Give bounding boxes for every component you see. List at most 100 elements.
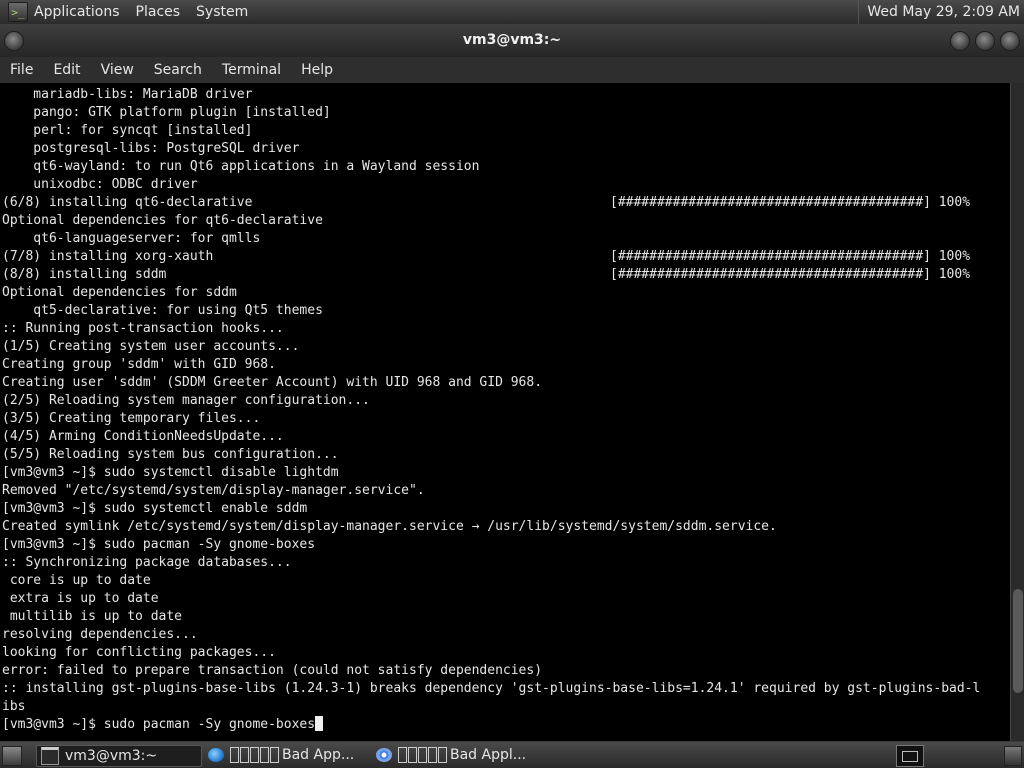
terminal-menubar: File Edit View Search Terminal Help — [0, 57, 1024, 83]
progress-bar-text: [#######################################… — [610, 267, 971, 282]
terminal-line-text: error: failed to prepare transaction (co… — [2, 663, 543, 678]
show-desktop-icon[interactable] — [2, 746, 22, 766]
terminal-line-text: Optional dependencies for sddm — [2, 285, 237, 300]
terminal-line-text: (8/8) installing sddm — [2, 267, 167, 282]
menu-terminal[interactable]: Terminal — [222, 62, 281, 78]
terminal-line-text: unixodbc: ODBC driver — [2, 177, 198, 192]
progress-bar-text: [#######################################… — [610, 249, 971, 264]
workspace-switcher[interactable] — [896, 745, 924, 767]
terminal-line-text: :: Running post-transaction hooks... — [2, 321, 284, 336]
terminal-line: (5/5) Reloading system bus configuration… — [0, 446, 1010, 464]
terminal-line-text: Created symlink /etc/systemd/system/disp… — [2, 519, 777, 534]
menu-help[interactable]: Help — [301, 62, 333, 78]
terminal-line: extra is up to date — [0, 590, 1010, 608]
terminal-line-text: resolving dependencies... — [2, 627, 198, 642]
terminal-line: Creating group 'sddm' with GID 968. — [0, 356, 1010, 374]
terminal-line: (8/8) installing sddm [##################… — [0, 266, 1010, 284]
terminal-line-text: Removed "/etc/systemd/system/display-man… — [2, 483, 425, 498]
terminal-line-text: :: installing gst-plugins-base-libs (1.2… — [2, 681, 981, 696]
terminal-line-text: (1/5) Creating system user accounts... — [2, 339, 300, 354]
vertical-scrollbar[interactable] — [1010, 83, 1024, 741]
terminal-line: (4/5) Arming ConditionNeedsUpdate... — [0, 428, 1010, 446]
terminal-line-text: ibs — [2, 699, 26, 714]
window-titlebar[interactable]: vm3@vm3:~ — [0, 24, 1024, 57]
terminal-line: Optional dependencies for qt6-declarativ… — [0, 212, 1010, 230]
terminal-line: :: Synchronizing package databases... — [0, 554, 1010, 572]
terminal-line: pango: GTK platform plugin [installed] — [0, 104, 1010, 122]
terminal-line-text: (5/5) Reloading system bus configuration… — [2, 447, 339, 462]
bottom-panel: vm3@vm3:~ Bad App... Bad Appl... — [0, 742, 1024, 768]
task-label: Bad Appl... — [450, 747, 527, 763]
task-label: Bad App... — [282, 747, 355, 763]
terminal-line: qt6-languageserver: for qmlls — [0, 230, 1010, 248]
terminal-line-text: Creating user 'sddm' (SDDM Greeter Accou… — [2, 375, 543, 390]
chrome-icon — [376, 748, 392, 762]
terminal-line: perl: for syncqt [installed] — [0, 122, 1010, 140]
maximize-button[interactable] — [975, 31, 995, 51]
minimize-button[interactable] — [950, 31, 970, 51]
terminal-line-text: Creating group 'sddm' with GID 968. — [2, 357, 276, 372]
places-menu[interactable]: Places — [136, 4, 181, 20]
task-label: vm3@vm3:~ — [65, 748, 158, 764]
terminal-line: ibs — [0, 698, 1010, 716]
top-menu: Applications Places System — [34, 0, 264, 24]
terminal-line-text: (2/5) Reloading system manager configura… — [2, 393, 370, 408]
terminal-line-text: qt5-declarative: for using Qt5 themes — [2, 303, 323, 318]
terminal-line: (2/5) Reloading system manager configura… — [0, 392, 1010, 410]
terminal-line: qt5-declarative: for using Qt5 themes — [0, 302, 1010, 320]
terminal-line: mariadb-libs: MariaDB driver — [0, 86, 1010, 104]
terminal-line-text: Optional dependencies for qt6-declarativ… — [2, 213, 323, 228]
terminal-line-text: core is up to date — [2, 573, 151, 588]
menu-view[interactable]: View — [101, 62, 134, 78]
terminal-line: (7/8) installing xorg-xauth [############… — [0, 248, 1010, 266]
close-button[interactable] — [1000, 31, 1020, 51]
terminal-line: unixodbc: ODBC driver — [0, 176, 1010, 194]
terminal-line-text: qt6-languageserver: for qmlls — [2, 231, 261, 246]
terminal-line: [vm3@vm3 ~]$ sudo pacman -Sy gnome-boxes — [0, 536, 1010, 554]
scrollbar-thumb[interactable] — [1013, 589, 1023, 693]
text-cursor — [315, 716, 324, 731]
terminal-line-text: [vm3@vm3 ~]$ sudo pacman -Sy gnome-boxes — [2, 537, 316, 552]
task-terminal[interactable]: vm3@vm3:~ — [36, 745, 202, 767]
terminal-line: (3/5) Creating temporary files... — [0, 410, 1010, 428]
menu-search[interactable]: Search — [154, 62, 202, 78]
window-title: vm3@vm3:~ — [462, 32, 562, 48]
terminal-line-text: (4/5) Arming ConditionNeedsUpdate... — [2, 429, 284, 444]
applications-menu[interactable]: Applications — [34, 4, 120, 20]
terminal-line-text: perl: for syncqt [installed] — [2, 123, 253, 138]
terminal-lines: mariadb-libs: MariaDB driver pango: GTK … — [0, 83, 1010, 734]
terminal-line-text: :: Synchronizing package databases... — [2, 555, 292, 570]
terminal-line-text: qt6-wayland: to run Qt6 applications in … — [2, 159, 480, 174]
task-browser[interactable]: Bad App... — [204, 745, 368, 765]
trash-icon[interactable] — [1004, 746, 1022, 766]
task-chrome[interactable]: Bad Appl... — [372, 745, 542, 765]
terminal-line-text: (6/8) installing qt6-declarative — [2, 195, 253, 210]
placeholder-glyph-icon — [230, 747, 280, 763]
terminal-output[interactable]: mariadb-libs: MariaDB driver pango: GTK … — [0, 83, 1010, 741]
terminal-line-text: pango: GTK platform plugin [installed] — [2, 105, 331, 120]
terminal-line-text: postgresql-libs: PostgreSQL driver — [2, 141, 300, 156]
menu-edit[interactable]: Edit — [53, 62, 80, 78]
terminal-line-text: (3/5) Creating temporary files... — [2, 411, 261, 426]
terminal-line: (6/8) installing qt6-declarative [#######… — [0, 194, 1010, 212]
terminal-line: qt6-wayland: to run Qt6 applications in … — [0, 158, 1010, 176]
terminal-line-text: mariadb-libs: MariaDB driver — [2, 87, 253, 102]
terminal-line-text: extra is up to date — [2, 591, 159, 606]
terminal-prompt-line[interactable]: [vm3@vm3 ~]$ sudo pacman -Sy gnome-boxes — [0, 716, 1010, 734]
menu-file[interactable]: File — [10, 62, 33, 78]
terminal-line-text: [vm3@vm3 ~]$ sudo systemctl disable ligh… — [2, 465, 339, 480]
system-menu[interactable]: System — [196, 4, 248, 20]
terminal-line: Optional dependencies for sddm — [0, 284, 1010, 302]
terminal-line: looking for conflicting packages... — [0, 644, 1010, 662]
top-panel: >_ Applications Places System Wed May 29… — [0, 0, 1024, 24]
terminal-line: Creating user 'sddm' (SDDM Greeter Accou… — [0, 374, 1010, 392]
terminal-line-text: [vm3@vm3 ~]$ sudo systemctl enable sddm — [2, 501, 308, 516]
clock[interactable]: Wed May 29, 2:09 AM — [858, 0, 1020, 24]
terminal-line: [vm3@vm3 ~]$ sudo systemctl disable ligh… — [0, 464, 1010, 482]
terminal-line: :: Running post-transaction hooks... — [0, 320, 1010, 338]
terminal-line: Removed "/etc/systemd/system/display-man… — [0, 482, 1010, 500]
applications-menu-icon[interactable]: >_ — [8, 2, 28, 22]
terminal-line-text: (7/8) installing xorg-xauth — [2, 249, 214, 264]
terminal-line: multilib is up to date — [0, 608, 1010, 626]
terminal-line: Created symlink /etc/systemd/system/disp… — [0, 518, 1010, 536]
